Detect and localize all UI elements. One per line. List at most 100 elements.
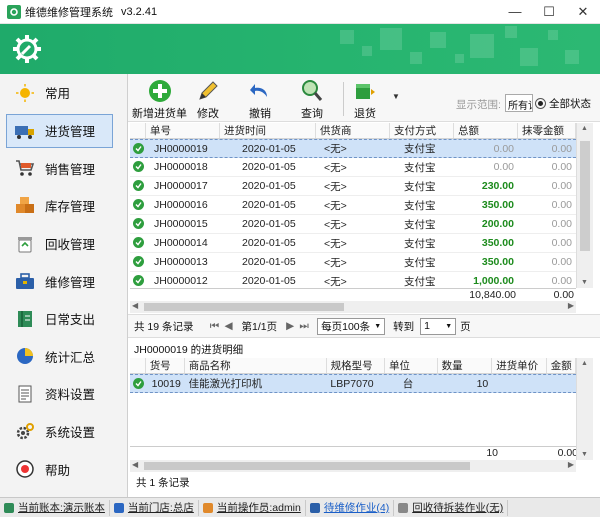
column-header[interactable]: 商品名称 xyxy=(185,358,327,373)
detail-horizontal-scrollbar[interactable]: ◀ ▶ xyxy=(130,460,576,472)
table-cell: 支付宝 xyxy=(404,143,436,155)
close-button[interactable]: ✕ xyxy=(566,0,600,24)
per-page-select[interactable]: 每页100条 ▼ xyxy=(317,317,386,335)
sidebar-item-label: 日常支出 xyxy=(45,313,96,328)
sidebar-item-common[interactable]: 常用 xyxy=(0,74,127,112)
column-header[interactable]: 规格型号 xyxy=(327,358,386,373)
first-page-button[interactable]: ⏮ xyxy=(208,320,222,333)
column-header[interactable]: 总额 xyxy=(454,123,518,138)
detail-vertical-scrollbar[interactable]: ▲ ▼ xyxy=(576,358,593,460)
table-row[interactable]: JH0000018 2020-01-05 <无> 支付宝 0.00 0.00 xyxy=(130,158,576,177)
goto-page-select[interactable]: 1 ▼ xyxy=(420,317,457,335)
vertical-scrollbar[interactable]: ▲ ▼ xyxy=(576,123,593,288)
toolbox-icon xyxy=(14,270,36,292)
table-row[interactable]: JH0000016 2020-01-05 <无> 支付宝 350.00 0.00 xyxy=(130,196,576,215)
table-cell: JH0000019 xyxy=(154,142,208,155)
table-row[interactable]: JH0000019 2020-01-05 <无> 支付宝 0.00 0.00 xyxy=(130,139,576,158)
column-header[interactable]: 抹零金额 xyxy=(518,123,576,138)
column-header[interactable]: 进货时间 xyxy=(220,123,316,138)
app-logo-icon xyxy=(7,4,21,19)
table-cell: <无> xyxy=(324,199,347,212)
table-cell: JH0000017 xyxy=(154,180,208,192)
sidebar-item-purchase[interactable]: 进货管理 xyxy=(6,113,113,148)
new-purchase-button[interactable]: 新增进货单 xyxy=(132,79,187,121)
sidebar-item-help[interactable]: 帮助 xyxy=(0,450,127,488)
check-icon xyxy=(133,256,144,267)
table-row[interactable]: JH0000017 2020-01-05 <无> 支付宝 230.00 0.00 xyxy=(130,177,576,196)
minimize-button[interactable]: — xyxy=(498,0,532,24)
detail-record-count: 共 1 条记录 xyxy=(136,477,190,489)
table-cell: JH0000015 xyxy=(154,218,208,230)
sidebar-item-data-settings[interactable]: 资料设置 xyxy=(0,375,127,413)
return-dropdown-icon[interactable]: ▼ xyxy=(392,92,400,101)
table-cell: 2020-01-05 xyxy=(242,275,296,287)
table-cell: 0.00 xyxy=(493,142,514,155)
range-label: 显示范围: xyxy=(456,99,501,111)
header-banner xyxy=(0,24,600,74)
sidebar-item-repair[interactable]: 维修管理 xyxy=(0,262,127,300)
next-page-button[interactable]: ▶ xyxy=(283,320,297,332)
table-row[interactable]: JH0000013 2020-01-05 <无> 支付宝 350.00 0.00 xyxy=(130,253,576,272)
status-operator: 当前操作员:admin xyxy=(199,499,306,516)
detail-total-amount: 0.00 xyxy=(557,447,578,459)
status-account: 当前账本:演示账本 xyxy=(0,499,110,516)
detail-summary-row: 10 0.00 xyxy=(130,446,578,460)
edit-button[interactable]: 修改 xyxy=(196,79,220,121)
last-page-button[interactable]: ⏭ xyxy=(297,320,311,333)
column-header[interactable]: 供货商 xyxy=(316,123,390,138)
sidebar-item-sales[interactable]: 销售管理 xyxy=(0,150,127,188)
table-row[interactable]: JH0000012 2020-01-05 <无> 支付宝 1,000.00 0.00 xyxy=(130,272,576,288)
cancel-button[interactable]: 撤销 xyxy=(248,79,272,121)
sidebar-item-daily-expense[interactable]: 日常支出 xyxy=(0,300,127,338)
maximize-button[interactable]: ☐ xyxy=(532,0,566,24)
toolbar-separator xyxy=(343,82,344,116)
sidebar-item-statistics[interactable]: 统计汇总 xyxy=(0,338,127,376)
table-cell: 支付宝 xyxy=(404,275,436,288)
window-title: 维德维修管理系统 xyxy=(25,6,113,19)
column-header[interactable]: 货号 xyxy=(146,358,185,373)
sidebar-item-label: 维修管理 xyxy=(45,275,96,290)
sidebar-item-recycle[interactable]: 回收管理 xyxy=(0,225,127,263)
table-cell: <无> xyxy=(324,143,347,155)
table-cell: 2020-01-05 xyxy=(242,180,296,192)
column-header[interactable]: 支付方式 xyxy=(390,123,454,138)
all-status-radio[interactable]: 全部状态 xyxy=(535,96,591,111)
sun-icon xyxy=(14,82,36,104)
recycle-icon xyxy=(398,502,409,513)
table-row[interactable]: 10019 佳能激光打印机 LBP7070 台 10 xyxy=(130,374,576,393)
table-row[interactable]: JH0000015 2020-01-05 <无> 支付宝 200.00 0.00 xyxy=(130,215,576,234)
horizontal-scrollbar[interactable]: ◀ ▶ xyxy=(130,301,576,313)
total-amount: 10,840.00 xyxy=(469,289,516,301)
range-select[interactable]: 所有记录 xyxy=(505,94,533,112)
table-cell: JH0000014 xyxy=(154,237,208,249)
column-header[interactable]: 数量 xyxy=(438,358,493,373)
check-icon xyxy=(133,199,144,210)
table-header: 货号 商品名称 规格型号 单位 数量 进货单价 金额 xyxy=(130,358,576,374)
table-cell: 2020-01-05 xyxy=(242,199,296,211)
table-cell: 10019 xyxy=(151,377,181,390)
return-button[interactable]: 退货 xyxy=(353,79,377,121)
purchase-orders-table: 单号 进货时间 供货商 支付方式 总额 抹零金额 JH0000019 2020-0… xyxy=(130,123,576,288)
table-cell: 支付宝 xyxy=(404,256,436,269)
table-cell: <无> xyxy=(324,161,347,174)
sidebar-item-system-settings[interactable]: 系统设置 xyxy=(0,413,127,451)
prev-page-button[interactable]: ◀ xyxy=(222,320,236,332)
boxes-icon xyxy=(14,195,36,217)
table-row[interactable]: JH0000014 2020-01-05 <无> 支付宝 350.00 0.00 xyxy=(130,234,576,253)
cart-icon xyxy=(14,157,36,179)
sidebar-item-label: 资料设置 xyxy=(45,388,96,403)
check-icon xyxy=(133,275,144,286)
pending-repair-link[interactable]: 待维修作业(4) xyxy=(306,499,395,516)
table-cell: 350.00 xyxy=(481,199,514,211)
pending-recycle-link[interactable]: 回收待拆装作业(无) xyxy=(394,499,509,516)
column-header[interactable]: 金额 xyxy=(547,358,576,373)
sidebar-item-label: 系统设置 xyxy=(45,426,96,441)
help-icon xyxy=(14,458,36,480)
query-button[interactable]: 查询 xyxy=(300,79,324,121)
wrench-gear-logo-icon xyxy=(13,35,41,63)
column-header[interactable]: 进货单价 xyxy=(492,358,547,373)
column-header[interactable]: 单位 xyxy=(385,358,438,373)
sidebar-item-inventory[interactable]: 库存管理 xyxy=(0,187,127,225)
column-header[interactable]: 单号 xyxy=(146,123,220,138)
sidebar-item-label: 帮助 xyxy=(45,463,71,478)
